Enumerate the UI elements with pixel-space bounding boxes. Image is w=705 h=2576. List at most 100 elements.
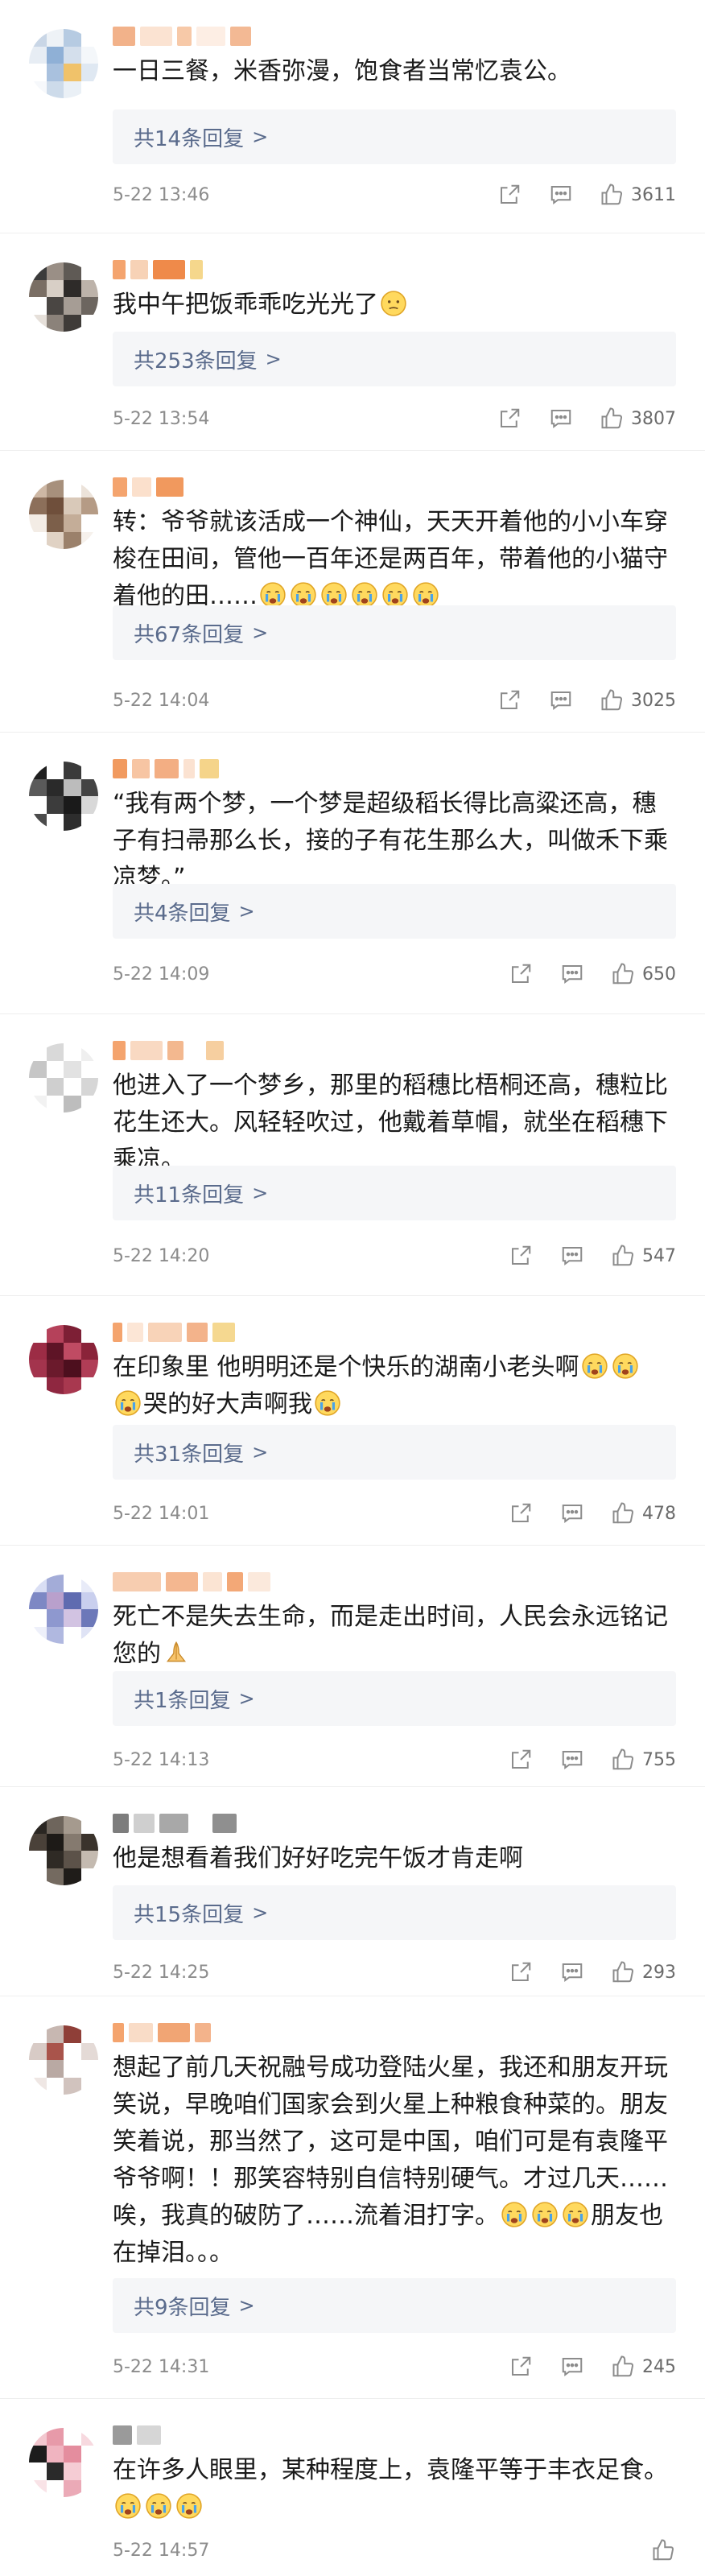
- thumbs-up-icon: [612, 1748, 634, 1770]
- like-button[interactable]: 650: [612, 962, 676, 986]
- like-button[interactable]: 478: [612, 1501, 676, 1525]
- like-count: 293: [642, 1962, 676, 1983]
- username-blurred[interactable]: [113, 1038, 224, 1063]
- share-button[interactable]: [509, 1244, 533, 1268]
- crying-emoji: [260, 582, 286, 608]
- share-icon: [501, 690, 520, 709]
- comment-button[interactable]: [560, 1244, 584, 1268]
- view-replies-button[interactable]: 共11条回复 >: [113, 1166, 676, 1220]
- comment-meta: 5-22 14:04 3025: [113, 684, 676, 716]
- view-replies-button[interactable]: 共15条回复 >: [113, 1885, 676, 1940]
- timestamp: 5-22 14:25: [113, 1962, 210, 1983]
- comment-button[interactable]: [560, 1960, 584, 1984]
- username-blurred[interactable]: [113, 1811, 237, 1835]
- comment-meta: 5-22 13:54 3807: [113, 402, 676, 435]
- crying-emoji: [115, 2493, 141, 2519]
- avatar[interactable]: [29, 262, 98, 332]
- replies-count: 共15条回复: [134, 1902, 245, 1927]
- share-button[interactable]: [509, 962, 533, 986]
- username-blurred[interactable]: [113, 2423, 161, 2447]
- like-button[interactable]: [652, 2538, 676, 2562]
- avatar[interactable]: [29, 1325, 98, 1394]
- thumbs-up-icon: [653, 2539, 674, 2561]
- share-icon: [512, 1962, 531, 1981]
- comment-text: 死亡不是失去生命，而是走出时间，人民会永远铭记您的: [113, 1599, 676, 1673]
- comment-icon: [562, 2358, 583, 2376]
- timestamp: 5-22 14:09: [113, 964, 210, 985]
- comment-icon: [550, 410, 571, 428]
- avatar[interactable]: [29, 1816, 98, 1885]
- comment-feed: 一日三餐，米香弥漫，饱食者当常忆袁公。 共14条回复 > 5-22 13:46 3…: [0, 0, 705, 2576]
- comment-button[interactable]: [560, 2355, 584, 2379]
- like-button[interactable]: 3025: [600, 688, 676, 712]
- comment-button[interactable]: [560, 962, 584, 986]
- view-replies-button[interactable]: 共9条回复 >: [113, 2278, 676, 2333]
- share-button[interactable]: [509, 1748, 533, 1772]
- crying-emoji: [501, 2202, 527, 2227]
- comment-meta: 5-22 14:01 478: [113, 1497, 676, 1530]
- username-blurred[interactable]: [113, 24, 251, 48]
- username-blurred[interactable]: [113, 258, 203, 282]
- view-replies-button[interactable]: 共31条回复 >: [113, 1425, 676, 1480]
- share-button[interactable]: [497, 407, 522, 431]
- like-button[interactable]: 547: [612, 1244, 676, 1268]
- comment-text: 他进入了一个梦乡，那里的稻穗比梧桐还高，穗粒比花生还大。风轻轻吹过，他戴着草帽，…: [113, 1071, 668, 1174]
- comment-item: 在印象里 他明明还是个快乐的湖南小老头啊 哭的好大声啊我 共31条回复 > 5-2…: [0, 1296, 705, 1546]
- comment-text-body: 在许多人眼里，某种程度上，袁隆平等于丰衣足食。: [113, 2456, 668, 2484]
- share-icon: [512, 1503, 531, 1522]
- crying-emoji: [315, 1390, 340, 1416]
- avatar[interactable]: [29, 480, 98, 549]
- like-count: 3807: [631, 408, 676, 429]
- like-button[interactable]: 3611: [600, 183, 676, 207]
- share-icon: [512, 1245, 531, 1265]
- comment-button[interactable]: [549, 183, 573, 207]
- like-button[interactable]: 755: [612, 1748, 676, 1772]
- share-icon: [512, 1749, 531, 1769]
- chevron-right-icon: >: [252, 1441, 269, 1463]
- comment-item: “我有两个梦，一个梦是超级稻长得比高粱还高，穗子有扫帚那么长，接的子有花生那么大…: [0, 733, 705, 1014]
- avatar[interactable]: [29, 1575, 98, 1644]
- share-button[interactable]: [509, 1960, 533, 1984]
- avatar[interactable]: [29, 762, 98, 831]
- username-blurred[interactable]: [113, 1570, 270, 1594]
- share-button[interactable]: [497, 688, 522, 712]
- view-replies-button[interactable]: 共4条回复 >: [113, 884, 676, 939]
- crying-emoji: [612, 1353, 638, 1379]
- view-replies-button[interactable]: 共1条回复 >: [113, 1671, 676, 1726]
- username-blurred[interactable]: [113, 2021, 211, 2045]
- like-count: 547: [642, 1245, 676, 1266]
- comment-item: 我中午把饭乖乖吃光光了 共253条回复 > 5-22 13:54 3807: [0, 233, 705, 451]
- avatar[interactable]: [29, 2025, 98, 2095]
- comment-icon: [562, 1505, 583, 1523]
- comment-button[interactable]: [560, 1748, 584, 1772]
- share-icon: [501, 184, 520, 204]
- comment-icon: [550, 691, 571, 710]
- avatar[interactable]: [29, 29, 98, 98]
- comment-item: 他是想看着我们好好吃完午饭才肯走啊 共15条回复 > 5-22 14:25 293: [0, 1787, 705, 1996]
- comment-button[interactable]: [549, 688, 573, 712]
- chevron-right-icon: >: [252, 1182, 269, 1204]
- avatar[interactable]: [29, 1043, 98, 1113]
- username-blurred[interactable]: [113, 757, 219, 781]
- view-replies-button[interactable]: 共253条回复 >: [113, 332, 676, 386]
- username-blurred[interactable]: [113, 475, 183, 499]
- comment-button[interactable]: [549, 407, 573, 431]
- username-blurred[interactable]: [113, 1320, 235, 1344]
- chevron-right-icon: >: [252, 621, 269, 644]
- share-button[interactable]: [509, 2355, 533, 2379]
- like-button[interactable]: 293: [612, 1960, 676, 1984]
- share-button[interactable]: [497, 183, 522, 207]
- comment-meta: 5-22 13:46 3611: [113, 179, 676, 211]
- comment-item: 一日三餐，米香弥漫，饱食者当常忆袁公。 共14条回复 > 5-22 13:46 3…: [0, 0, 705, 233]
- comment-text: “我有两个梦，一个梦是超级稻长得比高粱还高，穗子有扫帚那么长，接的子有花生那么大…: [113, 790, 668, 892]
- avatar[interactable]: [29, 2428, 98, 2497]
- like-button[interactable]: 245: [612, 2355, 676, 2379]
- share-button[interactable]: [509, 1501, 533, 1525]
- comment-button[interactable]: [560, 1501, 584, 1525]
- timestamp: 5-22 13:46: [113, 184, 210, 205]
- comment-text-body: 死亡不是失去生命，而是走出时间，人民会永远铭记您的: [113, 1603, 668, 1668]
- like-button[interactable]: 3807: [600, 407, 676, 431]
- view-replies-button[interactable]: 共67条回复 >: [113, 605, 676, 660]
- comment-icon: [562, 1751, 583, 1769]
- view-replies-button[interactable]: 共14条回复 >: [113, 109, 676, 164]
